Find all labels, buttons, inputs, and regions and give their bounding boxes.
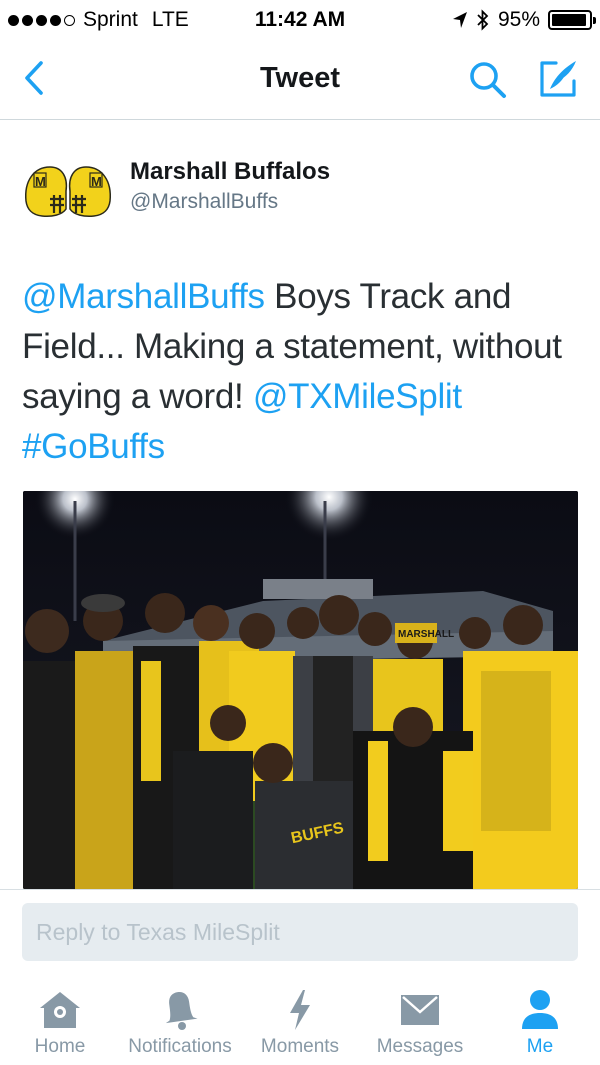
tweet-photo[interactable]: MARSHALL BUFFS bbox=[23, 491, 578, 889]
tab-bar: Home Notifications Moments Messages Me bbox=[0, 975, 600, 1065]
compose-icon bbox=[540, 61, 576, 97]
bell-icon bbox=[162, 989, 198, 1031]
hashtag-link[interactable]: #GoBuffs bbox=[22, 427, 165, 466]
tab-moments[interactable]: Moments bbox=[240, 975, 360, 1065]
bluetooth-icon bbox=[477, 9, 489, 31]
home-icon bbox=[38, 989, 82, 1031]
tab-label-me: Me bbox=[526, 1036, 554, 1057]
back-button[interactable] bbox=[14, 58, 54, 98]
tweet-text: @MarshallBuffs Boys Track and Field... M… bbox=[22, 272, 582, 472]
author-handle[interactable]: @MarshallBuffs bbox=[130, 190, 278, 214]
tab-label-moments: Moments bbox=[260, 1036, 340, 1057]
compose-button[interactable] bbox=[534, 56, 582, 102]
tab-label-notifications: Notifications bbox=[128, 1036, 232, 1057]
location-arrow-icon bbox=[452, 12, 467, 28]
tab-home[interactable]: Home bbox=[0, 975, 120, 1065]
lightning-icon bbox=[287, 989, 313, 1031]
reply-bar bbox=[0, 889, 600, 975]
search-button[interactable] bbox=[466, 58, 510, 102]
tab-label-home: Home bbox=[34, 1036, 86, 1057]
battery-percentage: 95% bbox=[497, 8, 540, 31]
status-right: 95% bbox=[452, 8, 596, 32]
envelope-icon bbox=[400, 989, 440, 1031]
search-icon bbox=[470, 62, 506, 98]
beanie-logo-text: MARSHALL bbox=[398, 629, 454, 640]
tab-notifications[interactable]: Notifications bbox=[120, 975, 240, 1065]
mention-link[interactable]: @TXMileSplit bbox=[253, 377, 462, 416]
tab-label-messages: Messages bbox=[376, 1036, 464, 1057]
mention-link[interactable]: @MarshallBuffs bbox=[22, 277, 265, 316]
avatar[interactable]: M M bbox=[22, 161, 114, 223]
team-photo-image: MARSHALL BUFFS bbox=[23, 491, 578, 889]
author-name[interactable]: Marshall Buffalos bbox=[130, 158, 330, 186]
chevron-left-icon bbox=[25, 61, 43, 95]
navigation-bar: Tweet bbox=[0, 40, 600, 120]
page-title: Tweet bbox=[259, 62, 341, 94]
person-icon bbox=[520, 989, 560, 1031]
reply-input[interactable] bbox=[22, 903, 578, 961]
tweet-author[interactable]: M M Marshall Buffalos @MarshallBuffs bbox=[22, 155, 582, 225]
svg-text:M: M bbox=[35, 174, 46, 189]
tab-messages[interactable]: Messages bbox=[360, 975, 480, 1065]
svg-text:M: M bbox=[91, 174, 102, 189]
tab-me[interactable]: Me bbox=[480, 975, 600, 1065]
battery-icon bbox=[548, 10, 596, 30]
status-bar: Sprint LTE 11:42 AM 95% bbox=[0, 0, 600, 40]
